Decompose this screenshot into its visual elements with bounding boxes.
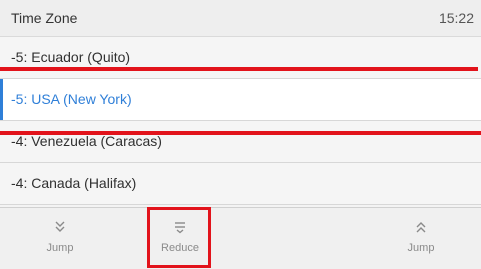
double-chevron-down-icon [55,221,65,232]
timezone-list: -5: Ecuador (Quito) -5: USA (New York) -… [0,37,481,205]
annotation-box-reduce [147,207,211,268]
list-item-label: -4: Canada (Halifax) [11,175,137,191]
softkey-label: Jump [407,242,435,254]
list-item-label: -5: Ecuador (Quito) [11,49,131,65]
list-item[interactable]: -4: Canada (Halifax) [0,163,481,205]
softkey-bar: Jump Reduce Jump [0,207,481,269]
double-chevron-up-icon [416,222,426,233]
title-bar: Time Zone 15:22 [0,0,481,37]
clock: 15:22 [438,10,474,26]
list-item-label: -5: USA (New York) [11,91,132,107]
annotation-line-top [0,67,478,71]
list-item[interactable]: -4: Venezuela (Caracas) [0,121,481,163]
softkey-label: Jump [46,242,74,254]
screen-title: Time Zone [11,10,78,26]
list-item[interactable]: -5: Ecuador (Quito) [0,37,481,79]
jump-up-softkey[interactable]: Jump [361,208,481,269]
annotation-line-bottom [0,131,481,135]
list-item-selected[interactable]: -5: USA (New York) [0,79,481,121]
jump-down-softkey[interactable]: Jump [0,208,120,269]
list-item-label: -4: Venezuela (Caracas) [11,133,162,149]
